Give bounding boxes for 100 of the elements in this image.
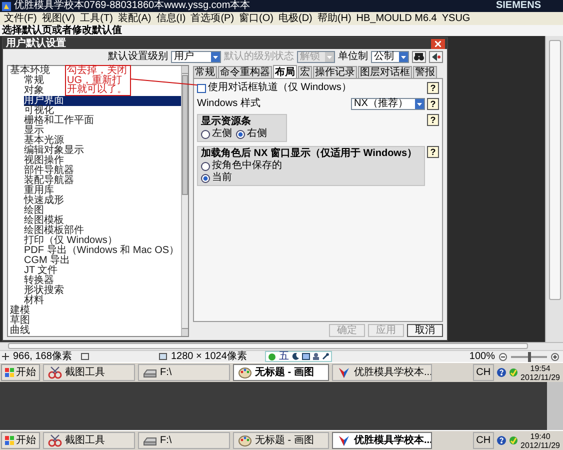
taskbar-button[interactable]: 截图工具 <box>43 364 135 381</box>
units-dropdown[interactable]: 公制 <box>371 51 409 63</box>
menu-item[interactable]: 工具(T) <box>80 12 113 25</box>
clock-date: 2012/11/29 <box>520 372 560 382</box>
zoom-in-icon[interactable] <box>551 352 559 360</box>
radio-button[interactable] <box>236 130 245 138</box>
tree-item[interactable]: CGM 导出 <box>24 256 72 266</box>
tree-item[interactable]: 装配导航器 <box>24 176 76 186</box>
app-logo-icon <box>337 366 351 379</box>
menu-item[interactable]: 电极(D) <box>278 12 312 25</box>
checkbox-label: 使用对话框轨道（仅 Windows） <box>208 82 352 94</box>
tree-item[interactable]: JT 文件 <box>24 266 60 276</box>
menu-item[interactable]: 视图(V) <box>42 12 76 25</box>
tree-item[interactable]: 常规 <box>24 76 46 86</box>
tab[interactable]: 图层对话框 <box>358 66 412 78</box>
tree-item[interactable]: 绘图 <box>24 206 46 216</box>
tree-item[interactable]: 转换器 <box>24 276 56 286</box>
menu-item[interactable]: YSUG <box>442 12 470 25</box>
radio-button[interactable] <box>201 130 210 138</box>
tree-item[interactable]: PDF 导出（Windows 和 Mac OS） <box>24 246 182 256</box>
tab[interactable]: 警报 <box>413 66 437 78</box>
tree-item[interactable]: 视图操作 <box>24 156 66 166</box>
zoom-out-icon[interactable] <box>499 352 507 360</box>
cursor-position: 966, 168像素 <box>13 350 73 362</box>
taskbar-button[interactable]: 无标题 - 画图 <box>233 364 329 381</box>
tree-item[interactable]: 快速成形 <box>24 196 66 206</box>
taskbar-button[interactable]: 无标题 - 画图 <box>233 432 329 449</box>
tree-item[interactable]: 绘图模板部件 <box>24 226 86 236</box>
tree-item[interactable]: 建模 <box>10 306 32 316</box>
style-dropdown[interactable]: NX（推荐） <box>351 98 425 110</box>
radio-label: 按角色中保存的 <box>212 160 282 172</box>
tree-item[interactable]: 基本光源 <box>24 136 66 146</box>
palette-icon <box>238 434 252 447</box>
menu-item[interactable]: 首选项(P) <box>190 12 234 25</box>
caret-icon <box>211 52 220 62</box>
start-button[interactable]: 开始 <box>1 432 40 449</box>
binoculars-icon[interactable] <box>412 51 426 63</box>
menu-item[interactable]: 文件(F) <box>4 12 37 25</box>
taskbar-button[interactable]: 截图工具 <box>43 432 135 449</box>
logo-icon <box>268 352 276 360</box>
taskbar-button[interactable]: F:\ <box>138 432 230 449</box>
tree-item[interactable]: 绘图模板 <box>24 216 66 226</box>
tree-item[interactable]: 草图 <box>10 316 32 326</box>
speaker-icon[interactable] <box>429 51 443 63</box>
taskbar-button[interactable]: F:\ <box>138 364 230 381</box>
app-logo-icon <box>337 434 351 447</box>
radio-button[interactable] <box>201 174 210 182</box>
radio-button[interactable] <box>201 162 210 170</box>
tree-item[interactable]: 材料 <box>24 296 46 306</box>
vertical-scrollbar[interactable] <box>181 66 188 336</box>
language-indicator[interactable]: CH <box>473 432 494 449</box>
canvas-icon <box>159 353 167 360</box>
moon-icon <box>292 353 299 360</box>
menu-item[interactable]: 窗口(O) <box>239 12 274 25</box>
taskbar-button[interactable]: 优胜模具学校本... <box>332 364 432 381</box>
field-label: Windows 样式 <box>197 98 260 110</box>
level-dropdown[interactable]: 用户 <box>171 51 221 63</box>
tree-item[interactable]: 基本环境 <box>10 66 52 76</box>
horizontal-scrollbar[interactable] <box>0 342 563 350</box>
dialog-title: 用户默认设置 <box>6 38 66 49</box>
tree-item[interactable]: 对象 <box>24 86 46 96</box>
menu-item[interactable]: 装配(A) <box>118 12 152 25</box>
tree-item[interactable]: 曲线 <box>10 326 32 336</box>
field-label: 默认的级别状态 <box>224 51 294 63</box>
checkbox[interactable] <box>197 84 206 92</box>
tree-item[interactable]: 部件导航器 <box>24 166 76 176</box>
help-button[interactable]: ? <box>427 82 439 94</box>
ime-toolbar[interactable]: 五 <box>265 351 332 362</box>
tab[interactable]: 宏 <box>298 66 312 78</box>
help-icon[interactable] <box>496 368 506 377</box>
window-title: 优胜模具学校本0769-88031860本www.yssg.com本本 <box>14 0 250 12</box>
close-icon <box>435 40 441 46</box>
leader-line <box>131 78 197 86</box>
tree-item[interactable]: 栅格和工作平面 <box>24 116 96 126</box>
tree-item[interactable]: 形状搜索 <box>24 286 66 296</box>
help-button[interactable]: ? <box>427 114 439 126</box>
clock-date: 2012/11/29 <box>520 440 560 450</box>
brand-label: SIEMENS <box>496 0 541 12</box>
tree-item[interactable]: 编辑对象显示 <box>24 146 86 156</box>
help-button[interactable]: ? <box>427 146 439 158</box>
tab[interactable]: 布局 <box>273 65 297 78</box>
language-indicator[interactable]: CH <box>473 364 494 381</box>
tree-item[interactable]: 打印（仅 Windows） <box>24 236 120 246</box>
tab[interactable]: 命令重构器 <box>218 66 272 78</box>
menu-item[interactable]: 帮助(H) <box>317 12 352 25</box>
tree-item[interactable]: 可视化 <box>24 106 56 116</box>
tab[interactable]: 操作记录 <box>313 66 357 78</box>
tab[interactable]: 常规 <box>193 66 217 78</box>
close-button[interactable] <box>431 38 445 48</box>
tree-item[interactable]: 显示 <box>24 126 46 136</box>
help-icon[interactable] <box>496 436 506 445</box>
group-title: 加载角色后 NX 窗口显示（仅适用于 Windows） <box>201 148 418 160</box>
input-mode[interactable]: 五 <box>279 351 289 362</box>
menu-item[interactable]: 信息(I) <box>156 12 186 25</box>
tree-item[interactable]: 重用库 <box>24 186 56 196</box>
help-button[interactable]: ? <box>427 98 439 110</box>
start-button[interactable]: 开始 <box>1 364 40 381</box>
dialog-button[interactable]: 取消 <box>407 324 443 337</box>
menu-item[interactable]: HB_MOULD M6.4 <box>356 12 437 25</box>
vertical-scrollbar[interactable] <box>545 36 563 342</box>
